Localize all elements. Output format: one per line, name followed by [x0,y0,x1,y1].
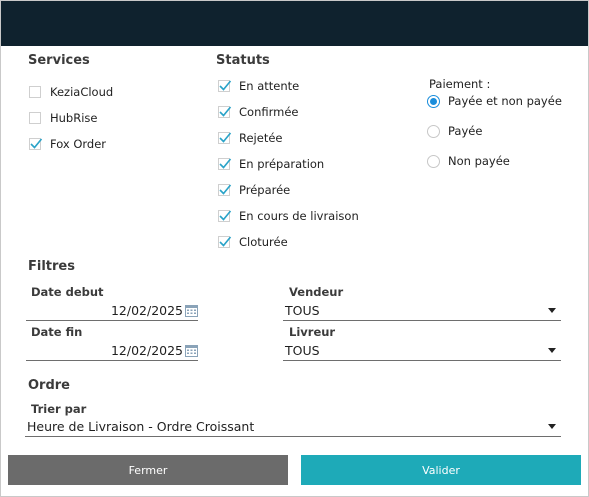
chevron-down-icon [548,347,556,353]
radio-button [427,94,440,108]
status-label: Confirmée [239,105,299,119]
checkmark-icon [219,236,232,247]
paiement-title: Paiement : [429,77,491,91]
paiement-option-label: Payée et non payée [448,94,562,108]
checkbox-box [29,138,43,150]
trier-par-label: Trier par [31,402,87,416]
checkmark-icon [219,106,232,117]
date-debut-label: Date debut [31,285,104,299]
fermer-button[interactable]: Fermer [8,455,288,485]
date-debut-field[interactable]: 12/02/2025 [26,300,198,321]
status-checkbox-en-cours-de-livraison[interactable]: En cours de livraison [218,208,359,224]
trier-par-select[interactable]: Heure de Livraison - Ordre Croissant [25,416,561,437]
checkmark-icon [30,138,43,149]
checkbox-box [29,112,41,124]
ordre-title: Ordre [28,378,70,393]
service-checkbox-keziacloud[interactable]: KeziaCloud [29,84,113,100]
status-label: En préparation [239,157,325,171]
checkbox-box [218,210,232,222]
checkbox-box [29,86,41,98]
service-checkbox-hubrise[interactable]: HubRise [29,110,98,126]
date-fin-label: Date fin [31,325,83,339]
paiement-option-label: Non payée [448,154,510,168]
chevron-down-icon [548,307,556,313]
dialog-titlebar [1,1,588,46]
status-checkbox-confirmee[interactable]: Confirmée [218,104,298,120]
status-checkbox-en-attente[interactable]: En attente [218,78,299,94]
services-title: Services [28,53,90,68]
chevron-down-icon [548,423,556,429]
calendar-icon[interactable] [185,304,198,317]
status-checkbox-preparee[interactable]: Préparée [218,182,290,198]
checkbox-box [218,158,232,170]
paiement-radio-payee[interactable]: Payée [427,123,482,139]
service-label: Fox Order [50,137,107,151]
service-label: KeziaCloud [50,85,114,99]
checkbox-box [218,132,232,144]
checkbox-box [218,80,232,92]
checkmark-icon [219,80,232,91]
checkbox-box [218,106,232,118]
status-checkbox-en-preparation[interactable]: En préparation [218,156,324,172]
radio-button [427,154,440,168]
checkbox-box [218,184,232,196]
vendeur-label: Vendeur [289,285,344,299]
service-checkbox-fox-order[interactable]: Fox Order [29,136,106,152]
paiement-option-label: Payée [448,124,483,138]
status-label: Rejetée [239,131,283,145]
vendeur-select[interactable]: TOUS [283,300,561,321]
checkmark-icon [219,132,232,143]
status-label: Préparée [239,183,291,197]
trier-par-value: Heure de Livraison - Ordre Croissant [27,418,255,434]
status-checkbox-rejetee[interactable]: Rejetée [218,130,282,146]
livreur-label: Livreur [289,325,336,339]
filtres-title: Filtres [28,259,75,274]
status-label: En cours de livraison [239,209,359,223]
checkmark-icon [219,158,232,169]
status-label: Cloturée [239,235,288,249]
livreur-select[interactable]: TOUS [283,340,561,361]
calendar-icon[interactable] [185,344,198,357]
checkmark-icon [219,184,232,195]
paiement-radio-non-payee[interactable]: Non payée [427,153,510,169]
checkmark-icon [219,210,232,221]
status-label: En attente [239,79,300,93]
paiement-radio-payee-et-non-payee[interactable]: Payée et non payée [427,93,562,109]
valider-button[interactable]: Valider [301,455,581,485]
radio-button [427,124,440,138]
livreur-value: TOUS [285,342,320,358]
date-fin-field[interactable]: 12/02/2025 [26,340,198,361]
vendeur-value: TOUS [285,302,320,318]
statuts-title: Statuts [216,53,270,68]
status-checkbox-cloturee[interactable]: Cloturée [218,234,288,250]
date-fin-value: 12/02/2025 [110,342,183,358]
checkbox-box [218,236,232,248]
service-label: HubRise [50,111,98,125]
date-debut-value: 12/02/2025 [110,302,183,318]
